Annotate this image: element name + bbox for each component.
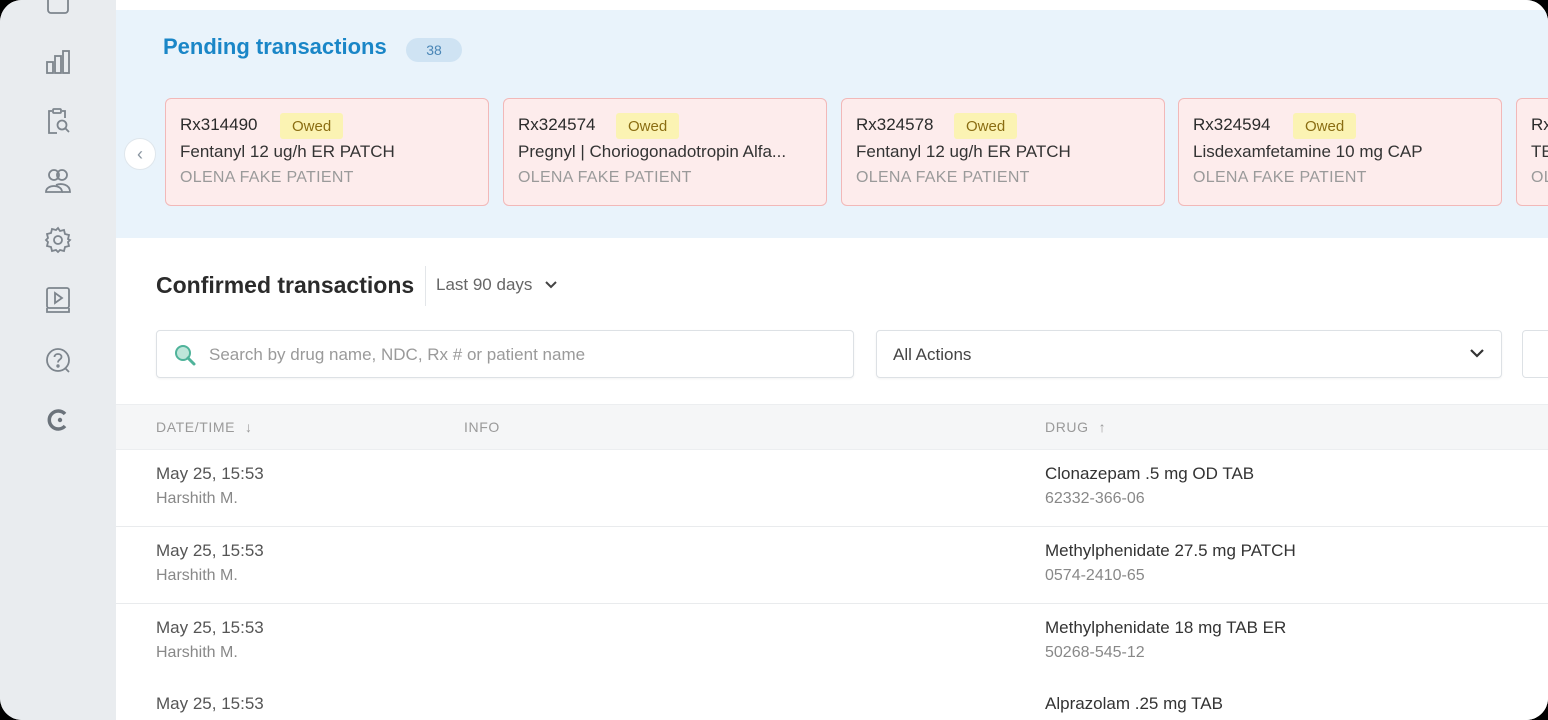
row-ndc: 50268-545-12: [1045, 644, 1145, 661]
pending-title: Pending transactions: [163, 34, 387, 59]
row-datetime: May 25, 15:53: [156, 694, 264, 713]
rx-number: Rx324574: [518, 115, 596, 134]
column-header-datetime[interactable]: DATE/TIME ↓: [156, 419, 253, 435]
brand-logo-icon[interactable]: [40, 402, 76, 438]
row-ndc: 62332-366-06: [1045, 490, 1145, 507]
sidebar: [0, 0, 116, 720]
row-ndc: 0574-2410-65: [1045, 567, 1145, 584]
pending-card[interactable]: Rx314490 Owed Fentanyl 12 ug/h ER PATCH …: [165, 98, 489, 206]
table-row[interactable]: May 25, 15:53 Alprazolam .25 mg TAB: [116, 680, 1548, 720]
search-icon: [175, 345, 196, 366]
patient-name: OLENA FAKE PATIENT: [518, 169, 692, 186]
drug-name: TE: [1531, 142, 1548, 161]
row-drug: Alprazolam .25 mg TAB: [1045, 694, 1223, 713]
chevron-down-icon: [1470, 349, 1484, 358]
column-header-label: DATE/TIME: [156, 419, 236, 435]
pending-card[interactable]: Rx TE OL: [1516, 98, 1548, 206]
row-drug: Clonazepam .5 mg OD TAB: [1045, 464, 1255, 483]
clipboard-search-icon[interactable]: [40, 103, 76, 139]
gear-icon[interactable]: [40, 222, 76, 258]
rx-number: Rx314490: [180, 115, 258, 134]
column-header-drug[interactable]: DRUG ↑: [1045, 419, 1106, 435]
rx-number: Rx: [1531, 115, 1548, 134]
main-content: Pending transactions 38 ‹ Rx314490 Owed …: [116, 0, 1548, 720]
status-badge: Owed: [616, 113, 680, 139]
patient-name: OLENA FAKE PATIENT: [856, 169, 1030, 186]
rx-number: Rx324594: [1193, 115, 1271, 134]
pending-card[interactable]: Rx324594 Owed Lisdexamfetamine 10 mg CAP…: [1178, 98, 1502, 206]
patient-name: OLENA FAKE PATIENT: [180, 169, 354, 186]
drug-name: Fentanyl 12 ug/h ER PATCH: [180, 142, 395, 161]
table-row[interactable]: May 25, 15:53 Harshith M. Methylphenidat…: [116, 604, 1548, 681]
row-datetime: May 25, 15:53: [156, 541, 264, 560]
actions-filter-select[interactable]: All Actions: [876, 330, 1502, 378]
column-header-label: DRUG: [1045, 419, 1089, 435]
secondary-filter-select[interactable]: [1522, 330, 1548, 378]
row-drug: Methylphenidate 18 mg TAB ER: [1045, 618, 1287, 637]
table-row[interactable]: May 25, 15:53 Harshith M. Methylphenidat…: [116, 527, 1548, 604]
sort-down-icon: ↓: [245, 419, 253, 435]
patient-name: OLENA FAKE PATIENT: [1193, 169, 1367, 186]
status-badge: Owed: [954, 113, 1018, 139]
pending-card[interactable]: Rx324574 Owed Pregnyl | Choriogonadotrop…: [503, 98, 827, 206]
carousel-prev-button[interactable]: ‹: [124, 138, 156, 170]
table-header: DATE/TIME ↓ INFO DRUG ↑: [116, 404, 1548, 450]
pending-count-badge: 38: [406, 38, 462, 62]
patient-name: OL: [1531, 169, 1548, 186]
row-user: Harshith M.: [156, 644, 238, 661]
actions-filter-label: All Actions: [893, 345, 972, 364]
pending-card[interactable]: Rx324578 Owed Fentanyl 12 ug/h ER PATCH …: [841, 98, 1165, 206]
sort-up-icon: ↑: [1098, 419, 1107, 435]
date-range-select[interactable]: Last 90 days: [436, 275, 558, 295]
row-datetime: May 25, 15:53: [156, 618, 264, 637]
search-field[interactable]: [156, 330, 854, 379]
chevron-left-icon: ‹: [137, 143, 143, 164]
chevron-down-icon: [545, 281, 558, 289]
search-input[interactable]: [207, 331, 831, 379]
date-range-label: Last 90 days: [436, 275, 533, 294]
row-user: Harshith M.: [156, 490, 238, 507]
bar-chart-icon[interactable]: [40, 44, 76, 80]
status-badge: Owed: [1293, 113, 1357, 139]
column-header-info: INFO: [464, 419, 500, 435]
confirmed-title: Confirmed transactions: [156, 272, 415, 298]
table-row[interactable]: May 25, 15:53 Harshith M. Clonazepam .5 …: [116, 450, 1548, 527]
row-datetime: May 25, 15:53: [156, 464, 264, 483]
pending-section: Pending transactions 38 ‹ Rx314490 Owed …: [116, 10, 1548, 238]
users-icon[interactable]: [40, 162, 76, 198]
help-icon[interactable]: [40, 342, 76, 378]
drug-name: Lisdexamfetamine 10 mg CAP: [1193, 142, 1423, 161]
drug-name: Pregnyl | Choriogonadotropin Alfa...: [518, 142, 787, 161]
row-user: Harshith M.: [156, 567, 238, 584]
app-window: Pending transactions 38 ‹ Rx314490 Owed …: [0, 0, 1548, 720]
row-drug: Methylphenidate 27.5 mg PATCH: [1045, 541, 1296, 560]
page-icon[interactable]: [40, 0, 76, 22]
drug-name: Fentanyl 12 ug/h ER PATCH: [856, 142, 1071, 161]
rx-number: Rx324578: [856, 115, 934, 134]
divider: [425, 266, 426, 306]
video-book-icon[interactable]: [40, 282, 76, 318]
column-header-label: INFO: [464, 419, 500, 435]
status-badge: Owed: [280, 113, 344, 139]
